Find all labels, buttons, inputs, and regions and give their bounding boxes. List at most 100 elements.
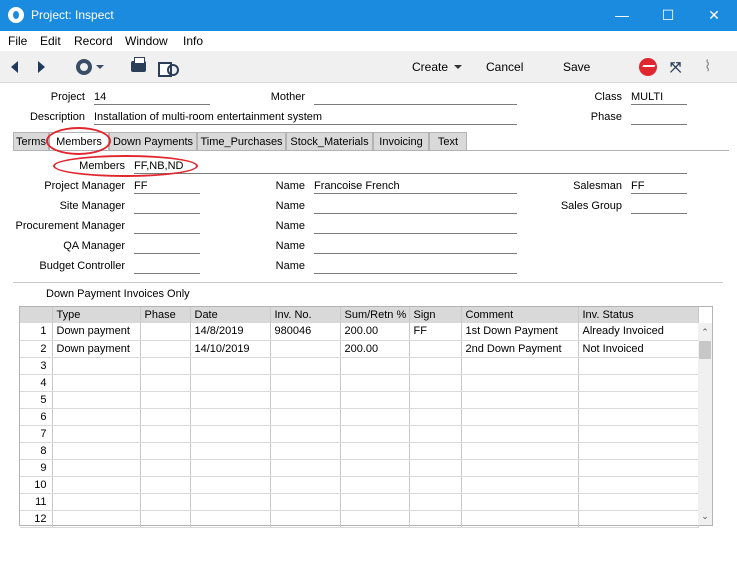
comment-cell[interactable] <box>461 510 579 528</box>
find-icon[interactable] <box>158 60 179 77</box>
mother-field[interactable] <box>314 91 517 105</box>
table-row[interactable]: 12 <box>20 510 699 528</box>
sign-cell[interactable] <box>409 476 462 494</box>
table-row[interactable]: 8 <box>20 442 699 460</box>
date-cell[interactable] <box>190 476 271 494</box>
sum-retn-cell[interactable] <box>340 493 410 511</box>
tab-members[interactable]: Members <box>49 132 109 151</box>
inv-status-cell[interactable] <box>578 442 699 460</box>
inv-status-cell[interactable] <box>578 425 699 443</box>
type-cell[interactable] <box>52 459 141 477</box>
site-manager-name-field[interactable] <box>314 200 517 214</box>
comment-cell[interactable]: 2nd Down Payment <box>461 340 579 358</box>
menu-info[interactable]: Info <box>183 34 203 48</box>
cancel-button[interactable]: Cancel <box>486 51 523 83</box>
tab-stock-materials[interactable]: Stock_Materials <box>286 132 373 151</box>
date-cell[interactable] <box>190 374 271 392</box>
phase-cell[interactable] <box>140 357 191 375</box>
inv-status-cell[interactable] <box>578 408 699 426</box>
members-field[interactable]: FF,NB,ND <box>134 160 687 174</box>
grid-scrollbar[interactable]: ⌃ ⌄ <box>698 323 712 525</box>
phase-cell[interactable] <box>140 374 191 392</box>
scroll-down-icon[interactable]: ⌄ <box>698 509 712 523</box>
inv-status-cell[interactable] <box>578 374 699 392</box>
inv-no-cell[interactable] <box>270 340 341 358</box>
sum-retn-cell[interactable] <box>340 442 410 460</box>
type-cell[interactable] <box>52 493 141 511</box>
inv-no-cell[interactable] <box>270 391 341 409</box>
date-cell[interactable] <box>190 510 271 528</box>
type-cell[interactable]: Down payment <box>52 323 141 341</box>
type-cell[interactable] <box>52 374 141 392</box>
menu-file[interactable]: File <box>8 34 27 48</box>
sum-retn-cell[interactable] <box>340 408 410 426</box>
project-manager-field[interactable]: FF <box>134 180 200 194</box>
date-cell[interactable] <box>190 391 271 409</box>
tab-down-payments[interactable]: Down Payments <box>109 132 197 151</box>
comment-cell[interactable]: 1st Down Payment <box>461 323 579 341</box>
table-row[interactable]: 4 <box>20 374 699 392</box>
date-cell[interactable] <box>190 459 271 477</box>
save-button[interactable]: Save <box>563 51 590 83</box>
phase-cell[interactable] <box>140 476 191 494</box>
tab-invoicing[interactable]: Invoicing <box>373 132 429 151</box>
table-row[interactable]: 11 <box>20 493 699 511</box>
inv-no-cell[interactable] <box>270 459 341 477</box>
sum-retn-cell[interactable] <box>340 374 410 392</box>
date-cell[interactable] <box>190 493 271 511</box>
chevron-down-icon[interactable] <box>96 65 104 69</box>
comment-cell[interactable] <box>461 459 579 477</box>
phase-cell[interactable] <box>140 510 191 528</box>
comment-cell[interactable] <box>461 357 579 375</box>
prev-record-icon[interactable] <box>11 61 18 73</box>
sign-cell[interactable] <box>409 340 462 358</box>
sign-cell[interactable] <box>409 408 462 426</box>
comment-cell[interactable] <box>461 493 579 511</box>
budget-controller-field[interactable] <box>134 260 200 274</box>
type-cell[interactable] <box>52 425 141 443</box>
description-field[interactable]: Installation of multi-room entertainment… <box>94 111 517 125</box>
print-icon[interactable] <box>131 57 146 72</box>
phase-cell[interactable] <box>140 391 191 409</box>
tab-time-purchases[interactable]: Time_Purchases <box>197 132 286 151</box>
type-cell[interactable] <box>52 357 141 375</box>
table-row[interactable]: 10 <box>20 476 699 494</box>
sign-cell[interactable] <box>409 391 462 409</box>
inv-status-cell[interactable] <box>578 476 699 494</box>
inv-no-cell[interactable] <box>270 425 341 443</box>
table-row[interactable]: 3 <box>20 357 699 375</box>
date-cell[interactable] <box>190 442 271 460</box>
comment-cell[interactable] <box>461 442 579 460</box>
qa-manager-name-field[interactable] <box>314 240 517 254</box>
sign-cell[interactable] <box>409 425 462 443</box>
inv-status-cell[interactable] <box>578 493 699 511</box>
comment-cell[interactable] <box>461 391 579 409</box>
type-cell[interactable] <box>52 442 141 460</box>
sum-retn-cell[interactable] <box>340 391 410 409</box>
inv-status-cell[interactable]: Already Invoiced <box>578 323 699 341</box>
tab-text[interactable]: Text <box>429 132 467 151</box>
project-field[interactable]: 14 <box>94 91 210 105</box>
sales-group-field[interactable] <box>631 200 687 214</box>
table-row[interactable]: 6 <box>20 408 699 426</box>
inv-no-cell[interactable] <box>270 408 341 426</box>
sum-retn-cell[interactable] <box>340 459 410 477</box>
comment-cell[interactable] <box>461 476 579 494</box>
sign-cell[interactable] <box>409 510 462 528</box>
salesman-field[interactable]: FF <box>631 180 687 194</box>
inv-no-cell[interactable] <box>270 493 341 511</box>
comment-cell[interactable] <box>461 425 579 443</box>
budget-controller-name-field[interactable] <box>314 260 517 274</box>
sign-cell[interactable]: FF <box>409 323 462 341</box>
date-cell[interactable] <box>190 408 271 426</box>
type-cell[interactable] <box>52 476 141 494</box>
sign-cell[interactable] <box>409 493 462 511</box>
sum-retn-cell[interactable] <box>340 476 410 494</box>
phase-cell[interactable] <box>140 323 191 341</box>
table-row[interactable]: 7 <box>20 425 699 443</box>
expand-icon[interactable]: ⤧ <box>670 60 684 74</box>
date-cell[interactable]: 14/10/2019 <box>190 340 271 358</box>
sum-retn-cell[interactable] <box>340 510 410 528</box>
sign-cell[interactable] <box>409 459 462 477</box>
attachment-icon[interactable]: ⌇ <box>704 58 718 76</box>
